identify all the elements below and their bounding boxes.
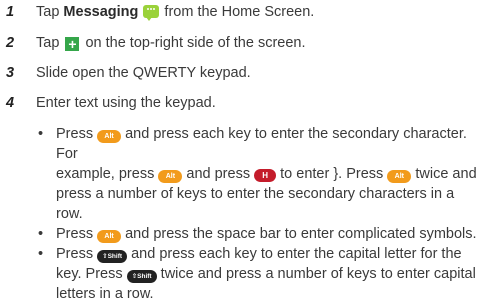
- bullet-list: • Press Alt and press each key to enter …: [36, 124, 484, 304]
- step-number: 4: [6, 95, 15, 111]
- list-item: • Press Alt and press the space bar to e…: [38, 226, 477, 243]
- plus-icon: +: [65, 37, 80, 51]
- step-text: Enter text using the keypad.: [36, 95, 216, 111]
- messaging-icon: [143, 5, 160, 21]
- step-number: 1: [6, 4, 15, 20]
- list-item: • Press ⇧Shift and press each key to ent…: [38, 246, 476, 302]
- alt-key-icon: Alt: [97, 130, 122, 143]
- messaging-label: Messaging: [63, 4, 139, 20]
- step-text: Tap + on the top-right side of the scree…: [36, 35, 306, 52]
- alt-key-icon: Alt: [97, 230, 122, 243]
- shift-key-icon: ⇧Shift: [97, 250, 128, 263]
- step-text: Tap Messaging from the Home Screen.: [36, 4, 315, 21]
- step-number: 3: [6, 65, 15, 81]
- step-text: Slide open the QWERTY keypad.: [36, 65, 251, 81]
- shift-key-icon: ⇧Shift: [126, 270, 157, 283]
- list-item: • Press Alt and press each key to enter …: [38, 126, 477, 222]
- step-number: 2: [6, 35, 15, 51]
- alt-key-icon: Alt: [387, 170, 412, 183]
- h-key-icon: H: [254, 169, 277, 182]
- alt-key-icon: Alt: [158, 170, 183, 183]
